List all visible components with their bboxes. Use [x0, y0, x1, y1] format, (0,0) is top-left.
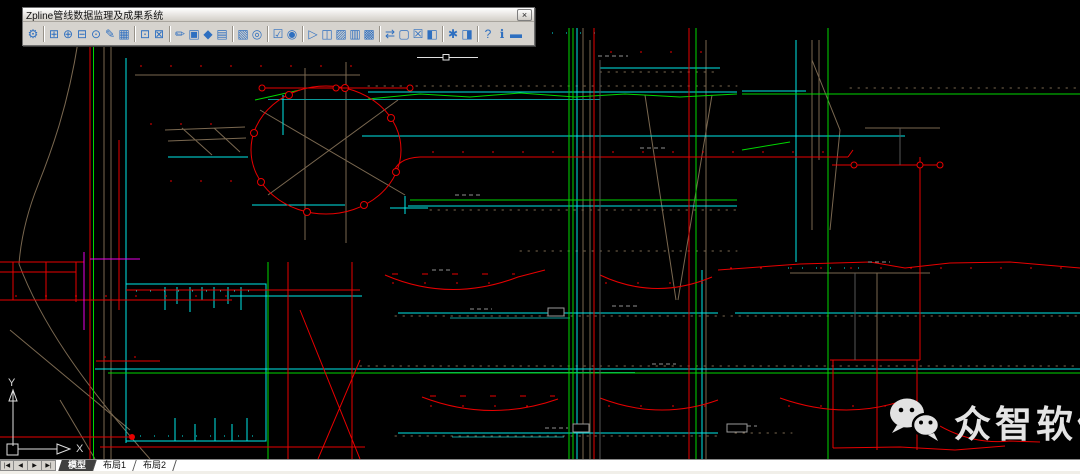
blocks-icon[interactable]: ◧: [425, 25, 439, 44]
tab-nav-buttons: |◀ ◀ ▶ ▶|: [0, 460, 56, 471]
tab-model-label: 模型: [68, 460, 86, 471]
layout-tab-bar: |◀ ◀ ▶ ▶| 模型 布局1 布局2: [0, 459, 1080, 471]
doc-edit-icon[interactable]: ✎: [103, 25, 117, 44]
doc-search-icon[interactable]: ◎: [250, 25, 264, 44]
scale-bar[interactable]: [417, 55, 478, 61]
tab-model[interactable]: 模型: [58, 460, 97, 471]
tab-layout1-label: 布局1: [103, 460, 126, 471]
layout-tabs: 模型 布局1 布局2: [60, 460, 175, 471]
config-icon[interactable]: ◨: [460, 25, 474, 44]
toolbar-separator: [379, 26, 380, 42]
tools-icon[interactable]: ✱: [446, 25, 460, 44]
toolbar-separator: [232, 26, 233, 42]
help-icon[interactable]: ?: [481, 25, 495, 44]
toolbar-window[interactable]: Zpline管线数据监理及成果系统 × ⚙ ⊞ ⊕ ⊟ ⊙ ✎ ▦ ⊡ ⊠ ✏ …: [22, 7, 535, 46]
ucs-icon: Y X: [7, 377, 84, 455]
attribute-icon[interactable]: ▤: [215, 25, 229, 44]
modify-icon[interactable]: ▣: [187, 25, 201, 44]
tab-layout1[interactable]: 布局1: [93, 460, 137, 471]
settings-icon[interactable]: ⚙: [26, 25, 40, 44]
next-tab-button[interactable]: ▶: [28, 460, 42, 471]
toolbar-separator: [43, 26, 44, 42]
last-tab-button[interactable]: ▶|: [42, 460, 56, 471]
toolbar-separator: [169, 26, 170, 42]
window-icon[interactable]: ▢: [397, 25, 411, 44]
toolbar-window-titlebar[interactable]: Zpline管线数据监理及成果系统 ×: [23, 8, 534, 22]
toolbar-separator: [134, 26, 135, 42]
keyboard-icon[interactable]: ▬: [509, 25, 523, 44]
grid-icon[interactable]: ▩: [362, 25, 376, 44]
ucs-x-label: X: [76, 443, 84, 455]
first-tab-button[interactable]: |◀: [0, 460, 14, 471]
magenta-layer: [84, 252, 140, 330]
flip-icon[interactable]: ⇄: [383, 25, 397, 44]
import-icon[interactable]: ⊡: [138, 25, 152, 44]
wechat-icon: [888, 397, 942, 445]
info-icon[interactable]: ℹ: [495, 25, 509, 44]
view-icon[interactable]: ◫: [320, 25, 334, 44]
locate-icon[interactable]: ◉: [285, 25, 299, 44]
cad-drawing: Y X: [0, 0, 1080, 459]
data-check-icon[interactable]: ⊙: [89, 25, 103, 44]
application-window: Y X Zpline管线数据监理及成果系统 × ⚙ ⊞ ⊕ ⊟ ⊙ ✎ ▦ ⊡ …: [0, 0, 1080, 474]
watermark: 众智软件: [888, 394, 1080, 448]
close-button[interactable]: ×: [517, 9, 532, 21]
watermark-text: 众智软件: [954, 394, 1080, 448]
gray-annotation-layer: [432, 56, 900, 459]
hatch-icon[interactable]: ▨: [334, 25, 348, 44]
prev-tab-button[interactable]: ◀: [14, 460, 28, 471]
draw-edit-icon[interactable]: ✏: [173, 25, 187, 44]
teal-duct-layer: [268, 100, 635, 438]
toolbar-separator: [302, 26, 303, 42]
annotate-icon[interactable]: ◆: [201, 25, 215, 44]
flag-icon[interactable]: ▷: [306, 25, 320, 44]
toolbar-separator: [477, 26, 478, 42]
tab-layout2-label: 布局2: [143, 460, 166, 471]
toolbar: ⚙ ⊞ ⊕ ⊟ ⊙ ✎ ▦ ⊡ ⊠ ✏ ▣ ◆ ▤ ▧ ◎ ☑ ◉ ▷ ◫ ▨: [23, 22, 534, 46]
drawing-canvas[interactable]: Y X: [0, 0, 1080, 459]
select-region-icon[interactable]: ▧: [236, 25, 250, 44]
table-icon[interactable]: ▥: [348, 25, 362, 44]
toolbar-separator: [442, 26, 443, 42]
ucs-y-label: Y: [8, 377, 16, 389]
window-title: Zpline管线数据监理及成果系统: [26, 7, 163, 22]
data-save-icon[interactable]: ⊟: [75, 25, 89, 44]
select-rect-icon[interactable]: ☒: [411, 25, 425, 44]
doc-verify-icon[interactable]: ☑: [271, 25, 285, 44]
data-refresh-icon[interactable]: ⊕: [61, 25, 75, 44]
export-icon[interactable]: ⊠: [152, 25, 166, 44]
tab-layout2[interactable]: 布局2: [133, 460, 177, 471]
data-add-icon[interactable]: ⊞: [47, 25, 61, 44]
toolbar-separator: [267, 26, 268, 42]
image-icon[interactable]: ▦: [117, 25, 131, 44]
